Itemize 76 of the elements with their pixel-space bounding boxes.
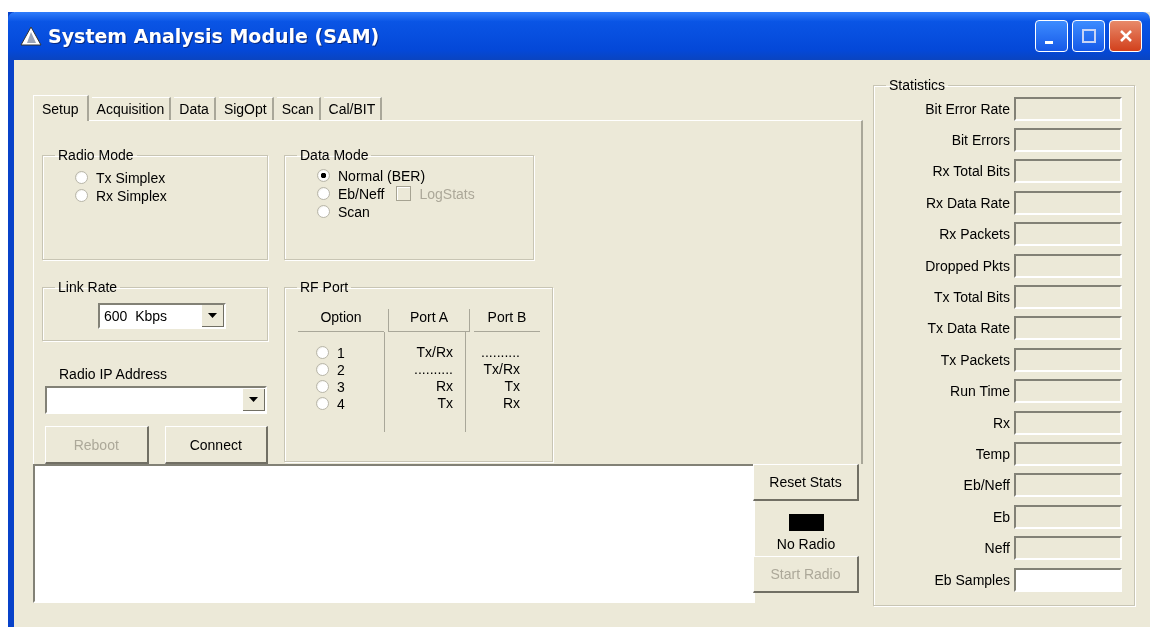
caret-icon bbox=[249, 397, 258, 402]
group-title: Radio Mode bbox=[57, 147, 135, 163]
stat-label: Rx Data Rate bbox=[925, 194, 1010, 211]
radio-button[interactable] bbox=[75, 189, 88, 202]
table-cell-text: Rx bbox=[434, 378, 454, 395]
radio-button[interactable] bbox=[316, 380, 329, 393]
radio-button[interactable] bbox=[317, 169, 330, 182]
radio-label: Tx Simplex bbox=[96, 169, 166, 186]
radio-label: 3 bbox=[337, 378, 345, 395]
radio-button[interactable] bbox=[316, 397, 329, 410]
radio-label: Eb/Neff bbox=[338, 185, 385, 202]
close-icon bbox=[1118, 29, 1133, 43]
stat-label: Eb/Neff bbox=[963, 477, 1010, 494]
group-title: RF Port bbox=[299, 279, 350, 295]
maximize-icon bbox=[1081, 29, 1096, 43]
column-header: Port B bbox=[474, 309, 540, 332]
triangle-icon bbox=[20, 26, 42, 46]
stat-label: Tx Packets bbox=[940, 351, 1010, 368]
radio-button[interactable] bbox=[317, 205, 330, 218]
ip-address-dropdown[interactable] bbox=[45, 386, 267, 414]
connect-button[interactable]: Connect bbox=[164, 426, 268, 464]
link-rate-dropdown[interactable]: 600 Kbps bbox=[98, 303, 226, 329]
stat-label: Rx Total Bits bbox=[932, 163, 1010, 180]
table-cell-text: Tx/Rx bbox=[482, 361, 521, 378]
stat-label: Tx Total Bits bbox=[934, 289, 1010, 306]
stat-label: Neff bbox=[984, 540, 1010, 557]
radio-button[interactable] bbox=[317, 187, 330, 200]
table-cell-text: Tx/Rx bbox=[415, 344, 454, 361]
table-cell-text: .......... bbox=[480, 344, 521, 361]
group-title: Link Rate bbox=[57, 279, 119, 295]
stat-label: Bit Errors bbox=[951, 132, 1010, 149]
stat-label: Bit Error Rate bbox=[925, 100, 1010, 117]
stat-label: Run Time bbox=[950, 383, 1010, 400]
group-title: Statistics bbox=[888, 77, 946, 93]
radio-label: Normal (BER) bbox=[338, 167, 426, 184]
maximize-button[interactable] bbox=[1072, 20, 1105, 52]
tab[interactable]: Acquisition bbox=[91, 97, 172, 120]
table-cell-text: .......... bbox=[413, 361, 454, 378]
stat-label: Dropped Pkts bbox=[925, 257, 1010, 274]
stat-label: Temp bbox=[975, 446, 1010, 462]
close-button[interactable] bbox=[1109, 20, 1142, 52]
radio-label: 4 bbox=[337, 395, 345, 412]
checkbox-label: LogStats bbox=[419, 185, 475, 202]
minimize-icon bbox=[1044, 40, 1053, 44]
status-label: No Radio bbox=[776, 536, 836, 552]
dropdown-value: 600 Kbps bbox=[103, 308, 169, 324]
stat-label: Eb Samples bbox=[934, 571, 1010, 588]
column-header: Port A bbox=[388, 309, 470, 332]
radio-label: 1 bbox=[337, 344, 345, 361]
tab[interactable]: SigOpt bbox=[218, 97, 274, 120]
radio-label: Rx Simplex bbox=[96, 187, 167, 204]
stat-label: Tx Data Rate bbox=[927, 320, 1010, 337]
radio-button[interactable] bbox=[316, 363, 329, 376]
tab[interactable]: Cal/BIT bbox=[323, 97, 383, 120]
tab[interactable]: Setup bbox=[33, 95, 89, 121]
group-title: Data Mode bbox=[299, 147, 370, 163]
window-title: System Analysis Module (SAM) bbox=[48, 25, 380, 47]
radio-label: Scan bbox=[338, 203, 370, 220]
tab[interactable]: Scan bbox=[276, 97, 321, 120]
log-text-area[interactable] bbox=[33, 464, 755, 603]
input-field[interactable] bbox=[1014, 567, 1122, 592]
minimize-button[interactable] bbox=[1035, 20, 1068, 52]
radio-button[interactable] bbox=[75, 171, 88, 184]
tab[interactable]: Data bbox=[174, 97, 216, 120]
reset-stats-button[interactable]: Reset Stats bbox=[753, 464, 859, 501]
caret-icon bbox=[208, 313, 217, 318]
column-header: Option bbox=[298, 309, 384, 332]
field-label: Radio IP Address bbox=[59, 366, 168, 382]
table-cell-text: Tx bbox=[436, 395, 454, 412]
stat-label: Eb bbox=[992, 508, 1010, 525]
radio-button[interactable] bbox=[316, 346, 329, 359]
table-cell-text: Rx bbox=[501, 395, 521, 412]
stat-label: Rx Packets bbox=[939, 226, 1010, 243]
radio-label: 2 bbox=[337, 361, 345, 378]
table-cell-text: Tx bbox=[503, 378, 521, 395]
stat-label: Rx bbox=[992, 414, 1010, 431]
